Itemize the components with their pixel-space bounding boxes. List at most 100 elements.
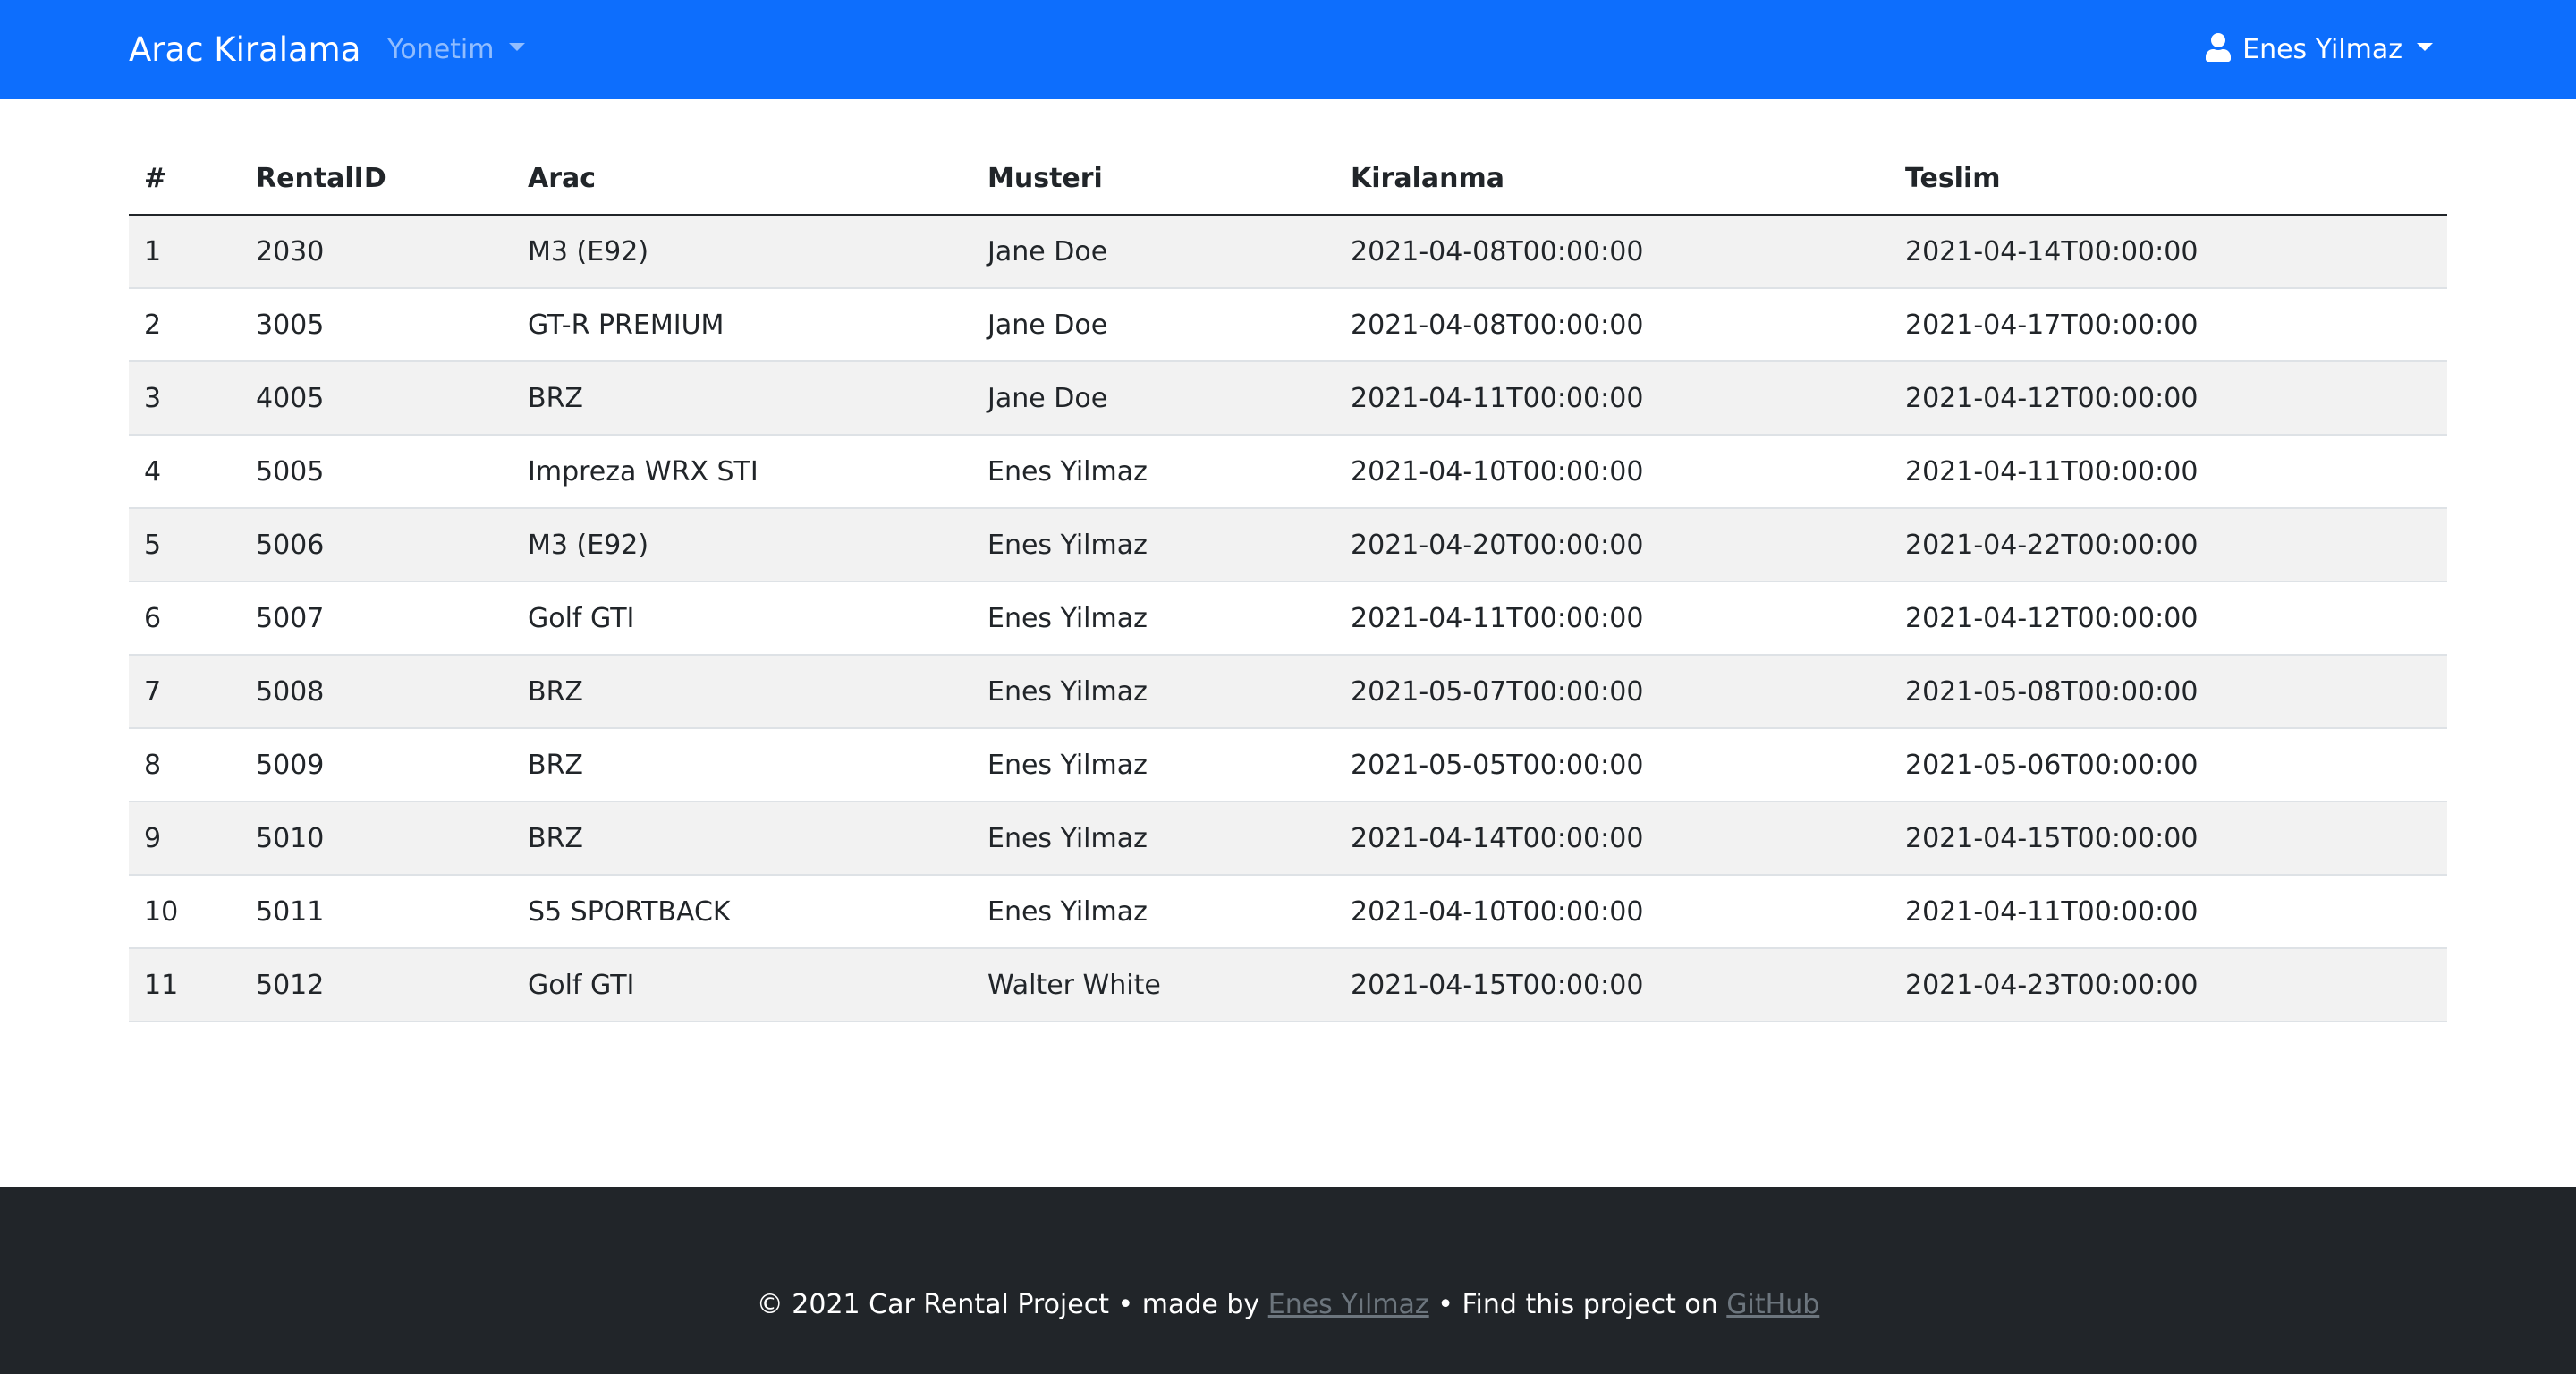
table-row: 9 5010 BRZ Enes Yilmaz 2021-04-14T00:00:00 20… (129, 802, 2447, 876)
cell-rentalid: 5011 (241, 875, 513, 949)
cell-index: 7 (129, 655, 241, 729)
cell-teslim: 2021-04-22T00:00:00 (1890, 508, 2447, 582)
table-row: 10 5011 S5 SPORTBACK Enes Yilmaz 2021-04-10T… (129, 875, 2447, 949)
column-header-musteri: Musteri (972, 143, 1335, 216)
cell-arac: BRZ (513, 361, 972, 436)
cell-teslim: 2021-04-17T00:00:00 (1890, 288, 2447, 362)
cell-teslim: 2021-04-14T00:00:00 (1890, 215, 2447, 289)
cell-kiralanma: 2021-04-10T00:00:00 (1335, 875, 1890, 949)
table-row: 6 5007 Golf GTI Enes Yilmaz 2021-04-11T00:00… (129, 581, 2447, 656)
cell-arac: Golf GTI (513, 581, 972, 656)
cell-arac: BRZ (513, 802, 972, 876)
github-link[interactable]: GitHub (1726, 1289, 1819, 1320)
cell-arac: M3 (E92) (513, 215, 972, 289)
cell-kiralanma: 2021-04-15T00:00:00 (1335, 948, 1890, 1022)
cell-arac: GT-R PREMIUM (513, 288, 972, 362)
cell-teslim: 2021-05-06T00:00:00 (1890, 728, 2447, 802)
brand-link[interactable]: Arac Kiralama (129, 0, 360, 99)
cell-musteri: Enes Yilmaz (972, 802, 1335, 876)
cell-teslim: 2021-05-08T00:00:00 (1890, 655, 2447, 729)
cell-kiralanma: 2021-05-05T00:00:00 (1335, 728, 1890, 802)
cell-rentalid: 5010 (241, 802, 513, 876)
user-dropdown[interactable]: Enes Yilmaz (2205, 0, 2433, 99)
cell-musteri: Enes Yilmaz (972, 508, 1335, 582)
cell-arac: Impreza WRX STI (513, 435, 972, 509)
chevron-down-icon (508, 43, 525, 51)
table-row: 8 5009 BRZ Enes Yilmaz 2021-05-05T00:00:00 20… (129, 728, 2447, 802)
column-header-rentalid: RentalID (241, 143, 513, 216)
cell-index: 6 (129, 581, 241, 656)
cell-rentalid: 5012 (241, 948, 513, 1022)
cell-kiralanma: 2021-04-11T00:00:00 (1335, 581, 1890, 656)
cell-arac: S5 SPORTBACK (513, 875, 972, 949)
table-body: 1 2030 M3 (E92) Jane Doe 2021-04-08T00:00:00… (129, 215, 2447, 1022)
author-link[interactable]: Enes Yılmaz (1268, 1289, 1429, 1320)
table-header-row: # RentalID Arac Musteri Kiralanma Teslim (129, 143, 2447, 216)
cell-teslim: 2021-04-11T00:00:00 (1890, 435, 2447, 509)
footer: © 2021 Car Rental Project • made by Enes… (0, 1187, 2576, 1374)
cell-musteri: Walter White (972, 948, 1335, 1022)
cell-musteri: Enes Yilmaz (972, 875, 1335, 949)
footer-text: © 2021 Car Rental Project • made by Enes… (0, 1289, 2576, 1320)
cell-arac: BRZ (513, 655, 972, 729)
rentals-table: # RentalID Arac Musteri Kiralanma Teslim 1 203… (129, 143, 2447, 1022)
cell-teslim: 2021-04-15T00:00:00 (1890, 802, 2447, 876)
rentals-table-container: # RentalID Arac Musteri Kiralanma Teslim 1 203… (129, 143, 2447, 1022)
table-header: # RentalID Arac Musteri Kiralanma Teslim (129, 143, 2447, 216)
cell-rentalid: 5005 (241, 435, 513, 509)
cell-arac: M3 (E92) (513, 508, 972, 582)
cell-index: 2 (129, 288, 241, 362)
cell-teslim: 2021-04-12T00:00:00 (1890, 361, 2447, 436)
chevron-down-icon (2417, 43, 2433, 51)
cell-index: 8 (129, 728, 241, 802)
cell-musteri: Enes Yilmaz (972, 581, 1335, 656)
cell-index: 11 (129, 948, 241, 1022)
column-header-kiralanma: Kiralanma (1335, 143, 1890, 216)
cell-kiralanma: 2021-04-20T00:00:00 (1335, 508, 1890, 582)
cell-teslim: 2021-04-11T00:00:00 (1890, 875, 2447, 949)
cell-rentalid: 4005 (241, 361, 513, 436)
table-row: 4 5005 Impreza WRX STI Enes Yilmaz 2021-04-1… (129, 435, 2447, 509)
column-header-teslim: Teslim (1890, 143, 2447, 216)
cell-index: 4 (129, 435, 241, 509)
yonetim-dropdown[interactable]: Yonetim (387, 0, 525, 99)
column-header-arac: Arac (513, 143, 972, 216)
table-row: 11 5012 Golf GTI Walter White 2021-04-15T00:… (129, 948, 2447, 1022)
cell-kiralanma: 2021-04-11T00:00:00 (1335, 361, 1890, 436)
user-name: Enes Yilmaz (2242, 34, 2402, 65)
cell-index: 1 (129, 215, 241, 289)
cell-index: 5 (129, 508, 241, 582)
table-row: 3 4005 BRZ Jane Doe 2021-04-11T00:00:00 2021-… (129, 361, 2447, 436)
cell-index: 3 (129, 361, 241, 436)
cell-musteri: Jane Doe (972, 215, 1335, 289)
user-icon (2206, 32, 2232, 62)
cell-arac: Golf GTI (513, 948, 972, 1022)
cell-rentalid: 5008 (241, 655, 513, 729)
table-row: 2 3005 GT-R PREMIUM Jane Doe 2021-04-08T00:0… (129, 288, 2447, 362)
cell-index: 9 (129, 802, 241, 876)
cell-musteri: Jane Doe (972, 288, 1335, 362)
cell-musteri: Jane Doe (972, 361, 1335, 436)
cell-musteri: Enes Yilmaz (972, 728, 1335, 802)
cell-kiralanma: 2021-04-08T00:00:00 (1335, 288, 1890, 362)
cell-rentalid: 5006 (241, 508, 513, 582)
footer-middle: • Find this project on (1428, 1289, 1727, 1320)
cell-rentalid: 2030 (241, 215, 513, 289)
cell-rentalid: 5007 (241, 581, 513, 656)
cell-index: 10 (129, 875, 241, 949)
table-row: 5 5006 M3 (E92) Enes Yilmaz 2021-04-20T00:00… (129, 508, 2447, 582)
cell-kiralanma: 2021-04-08T00:00:00 (1335, 215, 1890, 289)
cell-teslim: 2021-04-12T00:00:00 (1890, 581, 2447, 656)
cell-kiralanma: 2021-04-10T00:00:00 (1335, 435, 1890, 509)
table-row: 7 5008 BRZ Enes Yilmaz 2021-05-07T00:00:00 20… (129, 655, 2447, 729)
cell-musteri: Enes Yilmaz (972, 655, 1335, 729)
footer-copyright: © 2021 Car Rental Project • made by (756, 1289, 1268, 1320)
cell-teslim: 2021-04-23T00:00:00 (1890, 948, 2447, 1022)
cell-kiralanma: 2021-05-07T00:00:00 (1335, 655, 1890, 729)
cell-rentalid: 5009 (241, 728, 513, 802)
navbar: Arac Kiralama Yonetim Enes Yilmaz (0, 0, 2576, 99)
yonetim-label: Yonetim (387, 34, 495, 65)
cell-arac: BRZ (513, 728, 972, 802)
cell-rentalid: 3005 (241, 288, 513, 362)
cell-kiralanma: 2021-04-14T00:00:00 (1335, 802, 1890, 876)
